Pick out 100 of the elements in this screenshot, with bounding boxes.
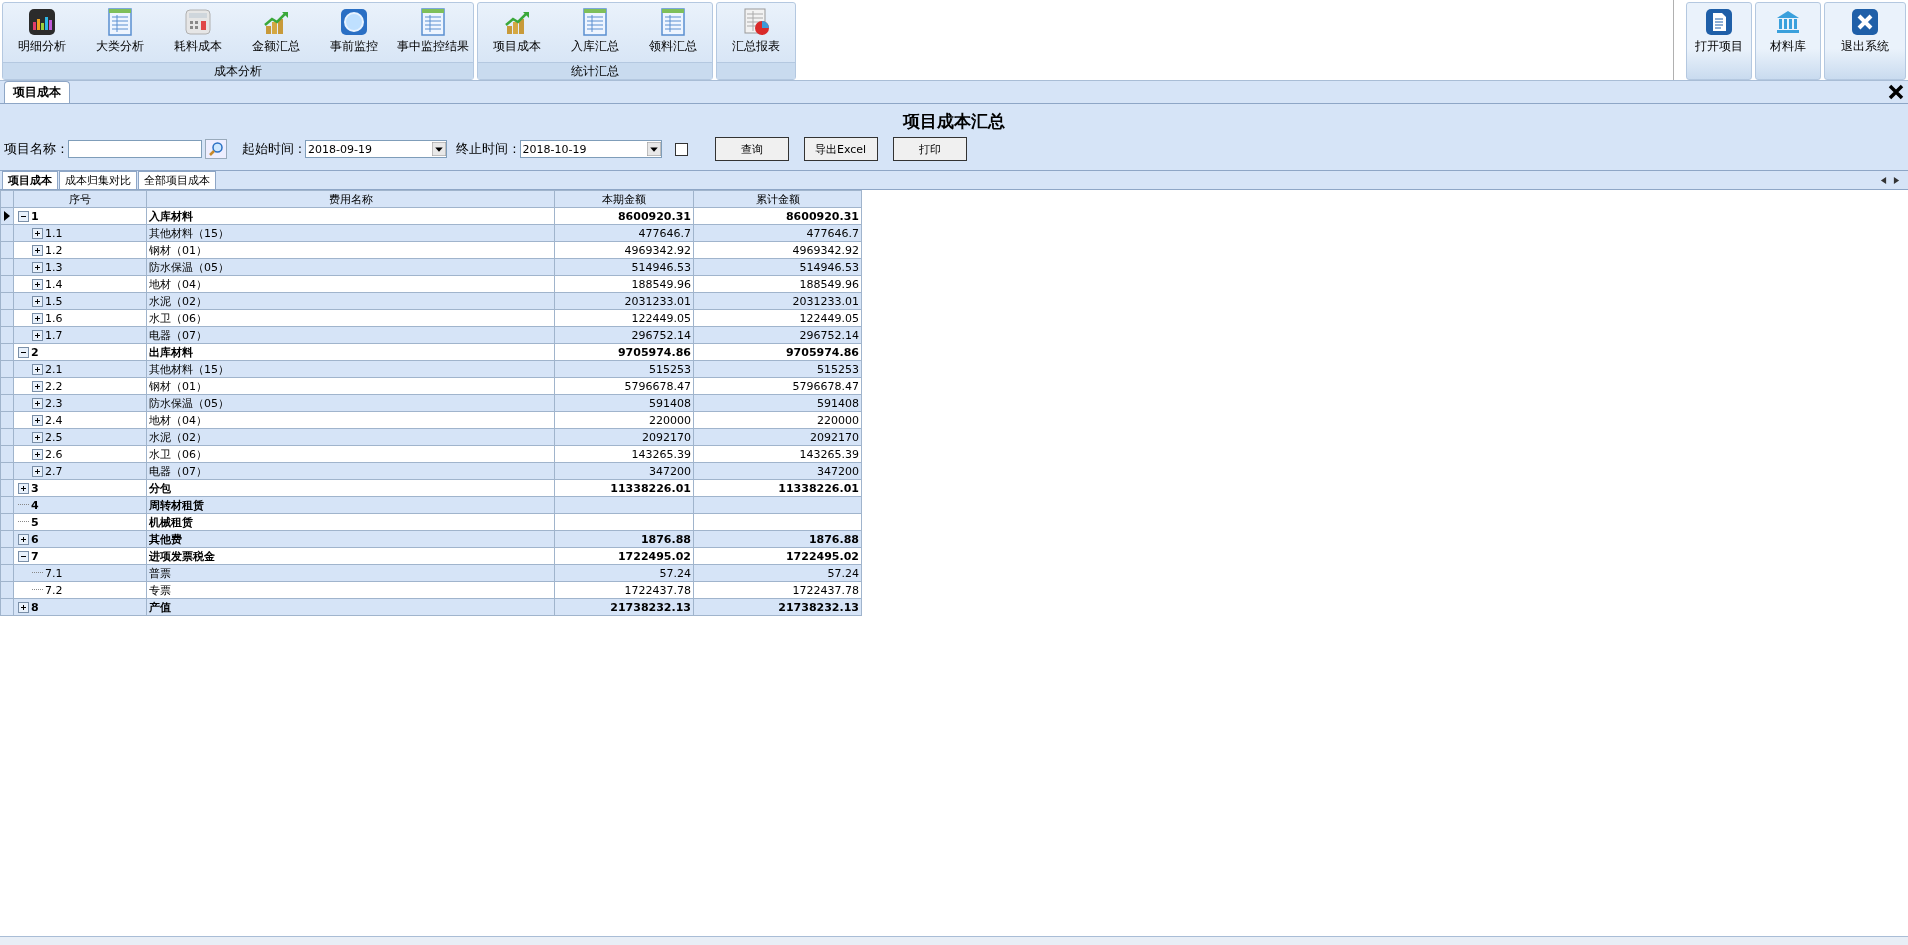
table-cell: 分包 <box>149 481 171 495</box>
table-icon <box>581 8 609 36</box>
action-button[interactable]: 打印 <box>892 137 967 161</box>
column-header[interactable]: 费用名称 <box>146 190 555 208</box>
plus-box-icon[interactable] <box>32 227 43 239</box>
table-cell: 296752.14 <box>799 328 859 342</box>
table-cell: 防水保温（05） <box>149 260 229 274</box>
table-cell: 钢材（01） <box>149 243 207 257</box>
plus-box-icon[interactable] <box>32 380 43 392</box>
table-cell: 3 <box>31 481 39 495</box>
table-cell: 57.24 <box>827 566 859 580</box>
table-cell: 入库材料 <box>149 209 193 223</box>
table-cell: 钢材（01） <box>149 379 207 393</box>
table-cell: 水泥（02） <box>149 430 207 444</box>
plus-box-icon[interactable] <box>32 397 43 409</box>
table-cell: 11338226.01 <box>610 481 691 495</box>
tab[interactable]: 全部项目成本 <box>138 171 216 189</box>
table-cell: 2.7 <box>45 464 63 478</box>
table-cell: 9705974.86 <box>617 345 691 359</box>
column-header[interactable]: 累计金额 <box>693 190 862 208</box>
toolbar-button[interactable]: 退出系统 <box>1824 2 1906 80</box>
document-tab[interactable]: 项目成本 <box>4 81 70 103</box>
date-dropdown[interactable]: 2018-10-19 <box>519 140 662 158</box>
scroll-right-icon[interactable] <box>1893 176 1900 185</box>
plus-box-icon[interactable] <box>32 329 43 341</box>
table-cell: 2.3 <box>45 396 63 410</box>
plus-box-icon[interactable] <box>32 244 43 256</box>
action-button[interactable]: 查询 <box>714 137 789 161</box>
table-cell: 2092170 <box>810 430 859 444</box>
plus-box-icon[interactable] <box>32 295 43 307</box>
minus-box-icon[interactable] <box>18 210 29 222</box>
toolbar-button[interactable]: 金额汇总 <box>237 3 315 62</box>
toolbar-button[interactable]: 大类分析 <box>81 3 159 62</box>
table-cell: 1.4 <box>45 277 63 291</box>
plus-box-icon[interactable] <box>32 465 43 477</box>
column-header[interactable]: 序号 <box>13 190 147 208</box>
table-cell: 7 <box>31 549 39 563</box>
table-icon <box>659 8 687 36</box>
table-cell: 188549.96 <box>799 277 859 291</box>
table-cell: 143265.39 <box>799 447 859 461</box>
scroll-left-icon[interactable] <box>1880 176 1887 185</box>
table-cell: 2.2 <box>45 379 63 393</box>
current-row-icon <box>4 211 10 221</box>
tab[interactable]: 项目成本 <box>2 171 58 189</box>
checkbox[interactable] <box>674 142 688 156</box>
table-cell: 产值 <box>149 600 171 614</box>
toolbar-button[interactable]: 入库汇总 <box>556 3 634 62</box>
toolbar-button[interactable]: 事前监控 <box>315 3 393 62</box>
plus-box-icon[interactable] <box>32 278 43 290</box>
toolbar-button[interactable]: 领料汇总 <box>634 3 712 62</box>
close-icon[interactable] <box>1888 84 1904 100</box>
toolbar-button[interactable]: 耗料成本 <box>159 3 237 62</box>
date-dropdown[interactable]: 2018-09-19 <box>305 140 448 158</box>
table-cell: 2 <box>31 345 39 359</box>
table-cell: 1.6 <box>45 311 63 325</box>
table-cell: 1.2 <box>45 243 63 257</box>
table-cell: 专票 <box>149 583 171 597</box>
table-cell: 1722495.02 <box>617 549 691 563</box>
table-cell: 2031233.01 <box>624 294 691 308</box>
spreadsheet-pie-icon <box>742 8 770 36</box>
table-cell: 其他费 <box>149 532 182 546</box>
table-cell: 21738232.13 <box>610 600 691 614</box>
plus-box-icon[interactable] <box>32 261 43 273</box>
toolbar-button[interactable]: 汇总报表 <box>717 3 795 62</box>
plus-box-icon[interactable] <box>18 533 29 545</box>
toolbar-button[interactable]: 材料库 <box>1755 2 1821 80</box>
tab[interactable]: 成本归集对比 <box>59 171 137 189</box>
plus-box-icon[interactable] <box>18 482 29 494</box>
table-cell: 5796678.47 <box>792 379 859 393</box>
plus-box-icon[interactable] <box>32 448 43 460</box>
table-cell: 7.2 <box>45 583 63 597</box>
plus-box-icon[interactable] <box>32 363 43 375</box>
bank-icon <box>1774 8 1802 36</box>
group-label: 统计汇总 <box>478 62 712 79</box>
table-cell: 515253 <box>817 362 859 376</box>
minus-box-icon[interactable] <box>18 346 29 358</box>
table-cell: 其他材料（15） <box>149 362 229 376</box>
action-button[interactable]: 导出Excel <box>803 137 878 161</box>
table-cell: 1.7 <box>45 328 63 342</box>
table-cell: 1 <box>31 209 39 223</box>
plus-box-icon[interactable] <box>18 601 29 613</box>
toolbar-button[interactable]: 事中监控结果 <box>393 3 473 62</box>
plus-box-icon[interactable] <box>32 312 43 324</box>
input-field[interactable] <box>67 140 202 158</box>
toolbar-button[interactable]: 明细分析 <box>3 3 81 62</box>
search-button[interactable] <box>204 139 227 159</box>
table-cell: 1.1 <box>45 226 63 240</box>
table-cell: 1.5 <box>45 294 63 308</box>
table-cell: 普票 <box>149 566 171 580</box>
table-cell: 591408 <box>817 396 859 410</box>
table-cell: 296752.14 <box>631 328 691 342</box>
toolbar-button[interactable]: 项目成本 <box>478 3 556 62</box>
toolbar-button[interactable]: 打开项目 <box>1686 2 1752 80</box>
document-icon <box>1705 8 1733 36</box>
minus-box-icon[interactable] <box>18 550 29 562</box>
calculator-icon <box>184 8 212 36</box>
plus-box-icon[interactable] <box>32 431 43 443</box>
field-label: 终止时间 : <box>456 140 517 158</box>
column-header[interactable]: 本期金额 <box>554 190 694 208</box>
plus-box-icon[interactable] <box>32 414 43 426</box>
